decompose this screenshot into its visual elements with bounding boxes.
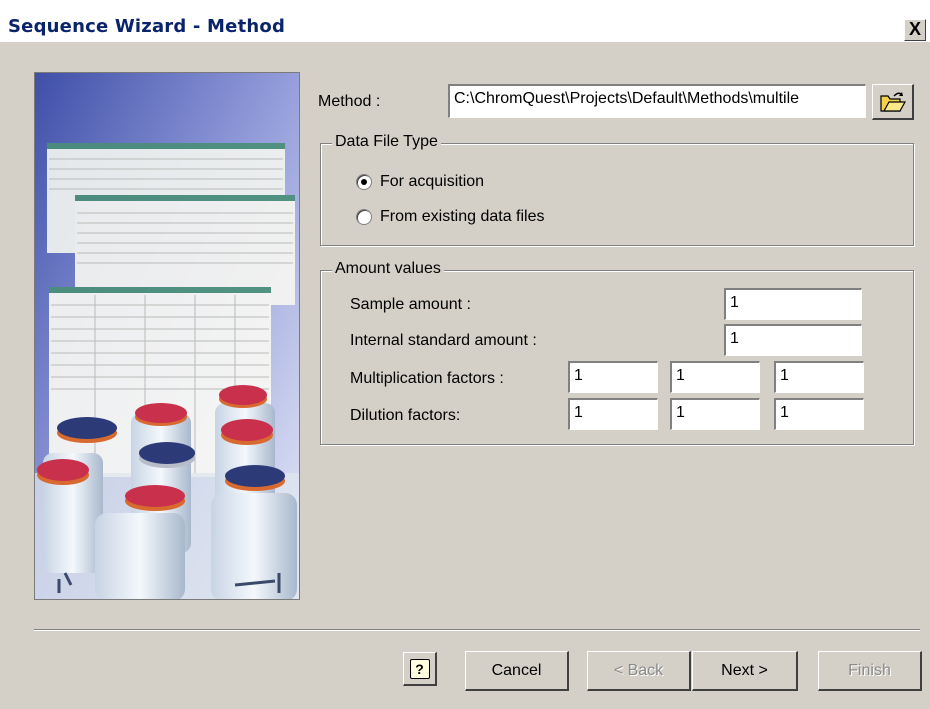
dilution-factors-label: Dilution factors: bbox=[350, 407, 461, 424]
amount-values-title: Amount values bbox=[332, 260, 444, 278]
radio-for-acquisition[interactable] bbox=[356, 174, 372, 190]
help-button[interactable]: ? bbox=[403, 652, 437, 686]
internal-standard-amount-field[interactable]: 1 bbox=[724, 324, 862, 356]
internal-standard-amount-label: Internal standard amount : bbox=[350, 332, 537, 349]
multiplication-factor-3-field[interactable]: 1 bbox=[774, 361, 864, 393]
close-icon: X bbox=[909, 19, 922, 39]
radio-selected-dot bbox=[361, 179, 367, 185]
next-button[interactable]: Next > bbox=[692, 651, 798, 691]
method-path-field[interactable]: C:\ChromQuest\Projects\Default\Methods\m… bbox=[448, 84, 866, 118]
dilution-factor-3-field[interactable]: 1 bbox=[774, 398, 864, 430]
data-file-type-title: Data File Type bbox=[332, 133, 441, 151]
multiplication-factors-label: Multiplication factors : bbox=[350, 370, 504, 387]
dilution-factor-2-field[interactable]: 1 bbox=[670, 398, 760, 430]
radio-for-acquisition-label[interactable]: For acquisition bbox=[380, 173, 484, 191]
dilution-factor-1-field[interactable]: 1 bbox=[568, 398, 658, 430]
sample-amount-label: Sample amount : bbox=[350, 296, 471, 313]
browse-method-button[interactable] bbox=[872, 84, 914, 120]
finish-button[interactable]: Finish bbox=[818, 651, 922, 691]
cancel-button[interactable]: Cancel bbox=[465, 651, 569, 691]
back-button[interactable]: < Back bbox=[587, 651, 691, 691]
method-label: Method : bbox=[318, 93, 381, 110]
help-icon-glyph: ? bbox=[415, 660, 424, 677]
radio-from-existing-data-files[interactable] bbox=[356, 209, 372, 225]
sequence-wizard-dialog: Sequence Wizard - Method X Method: C:\C… bbox=[0, 0, 930, 709]
open-folder-icon bbox=[879, 91, 906, 112]
multiplication-factor-2-field[interactable]: 1 bbox=[670, 361, 760, 393]
sample-amount-field[interactable]: 1 bbox=[724, 288, 862, 320]
help-icon: ? bbox=[409, 658, 430, 679]
radio-from-existing-data-files-label[interactable]: From existing data files bbox=[380, 208, 545, 226]
multiplication-factor-1-field[interactable]: 1 bbox=[568, 361, 658, 393]
data-file-type-group bbox=[320, 143, 914, 246]
footer-separator bbox=[34, 629, 920, 631]
window-title: Sequence Wizard - Method bbox=[8, 16, 286, 37]
close-button[interactable]: X bbox=[904, 19, 926, 41]
title-bar: Sequence Wizard - Method X bbox=[0, 0, 930, 42]
wizard-illustration bbox=[34, 72, 300, 600]
